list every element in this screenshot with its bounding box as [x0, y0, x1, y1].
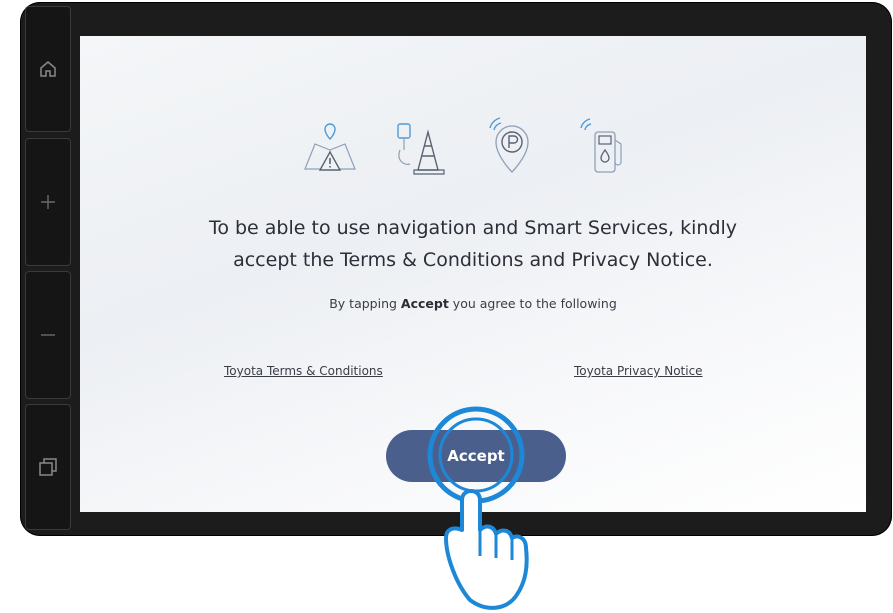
- home-button[interactable]: [25, 6, 71, 132]
- parking-location-icon: [489, 117, 529, 173]
- agreement-subline: By tapping Accept you agree to the follo…: [80, 296, 866, 311]
- feature-icons-row: [290, 114, 650, 186]
- plus-icon: [41, 195, 55, 209]
- terms-headline: To be able to use navigation and Smart S…: [80, 212, 866, 276]
- accept-button[interactable]: Accept: [386, 430, 566, 482]
- toyota-privacy-link[interactable]: Toyota Privacy Notice: [574, 364, 703, 378]
- infotainment-screen: To be able to use navigation and Smart S…: [80, 36, 866, 512]
- subline-prefix: By tapping: [329, 296, 401, 311]
- volume-down-button[interactable]: [25, 271, 71, 399]
- map-warning-icon: [304, 123, 356, 171]
- fuel-station-icon: [580, 118, 622, 173]
- headline-line-2: accept the Terms & Conditions and Privac…: [233, 249, 713, 271]
- subline-suffix: you agree to the following: [448, 296, 617, 311]
- overlapping-squares-icon: [39, 458, 57, 476]
- multitask-button[interactable]: [25, 404, 71, 530]
- traffic-cone-icon: [397, 123, 445, 175]
- subline-accept-word: Accept: [400, 296, 449, 311]
- headline-line-1: To be able to use navigation and Smart S…: [208, 217, 738, 239]
- toyota-terms-link[interactable]: Toyota Terms & Conditions: [224, 364, 383, 378]
- minus-icon: [41, 334, 55, 336]
- volume-up-button[interactable]: [25, 138, 71, 266]
- home-icon: [40, 61, 56, 77]
